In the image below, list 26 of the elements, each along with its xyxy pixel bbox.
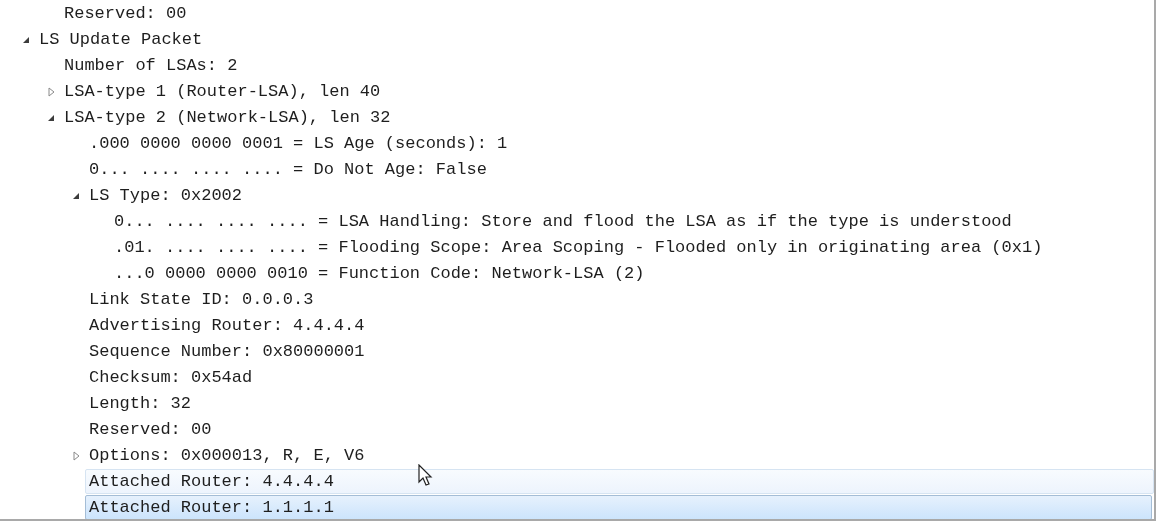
tree-item[interactable]: Link State ID: 0.0.0.3	[85, 287, 1154, 312]
tree-item[interactable]: Sequence Number: 0x80000001	[85, 339, 1154, 364]
tree-item[interactable]: LS Type: 0x2002	[85, 183, 1154, 208]
tree-item[interactable]: LS Update Packet	[35, 27, 1154, 52]
tree-item[interactable]: Checksum: 0x54ad	[85, 365, 1154, 390]
tree-item[interactable]: Reserved: 00	[60, 1, 1154, 26]
tree-item[interactable]: Length: 32	[85, 391, 1154, 416]
tree-item[interactable]: 0... .... .... .... = LSA Handling: Store and flood the LSA as if the type is understood	[110, 209, 1154, 234]
expanded-triangle-icon[interactable]	[22, 35, 30, 44]
collapsed-triangle-icon[interactable]	[47, 86, 55, 97]
tree-item[interactable]: ...0 0000 0000 0010 = Function Code: Network-LSA (2)	[110, 261, 1154, 286]
tree-item[interactable]: Attached Router: 4.4.4.4	[85, 469, 1154, 494]
tree-item[interactable]: 0... .... .... .... = Do Not Age: False	[85, 157, 1154, 182]
expanded-triangle-icon[interactable]	[72, 191, 80, 200]
tree-item[interactable]: .000 0000 0000 0001 = LS Age (seconds): 1	[85, 131, 1154, 156]
tree-item[interactable]: .01. .... .... .... = Flooding Scope: Area Scoping - Flooded only in originating area (0x1)	[110, 235, 1154, 260]
tree-item[interactable]: Options: 0x000013, R, E, V6	[85, 443, 1154, 468]
mouse-cursor-icon	[418, 464, 434, 488]
collapsed-triangle-icon[interactable]	[72, 450, 80, 461]
tree-item[interactable]: Reserved: 00	[85, 417, 1154, 442]
tree-item[interactable]: Advertising Router: 4.4.4.4	[85, 313, 1154, 338]
tree-item[interactable]: Number of LSAs: 2	[60, 53, 1154, 78]
expanded-triangle-icon[interactable]	[47, 113, 55, 122]
tree-item[interactable]: LSA-type 1 (Router-LSA), len 40	[60, 79, 1154, 104]
tree-item[interactable]: Attached Router: 1.1.1.1	[85, 495, 1152, 519]
tree-item[interactable]: LSA-type 2 (Network-LSA), len 32	[60, 105, 1154, 130]
